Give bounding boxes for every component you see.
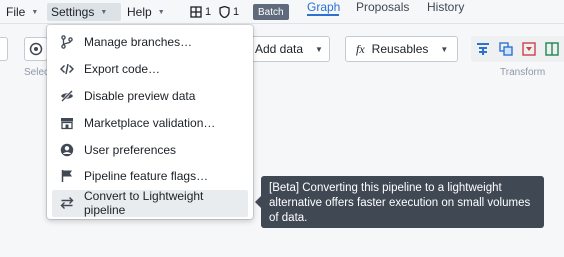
caret-down-icon: ▼ — [157, 8, 165, 16]
tab-proposals[interactable]: Proposals — [356, 0, 409, 14]
tab-history[interactable]: History — [427, 0, 464, 14]
menu-item-label: Convert to Lightweight pipeline — [83, 189, 204, 218]
menu-item-label: Export code… — [84, 62, 161, 77]
menu-bar: File ▼ Settings ▼ Help ▼ 1 1 Batch Graph… — [0, 0, 564, 24]
transform-group-label: Transform — [500, 67, 546, 78]
git-branch-icon — [59, 34, 75, 50]
reusables-button[interactable]: fx Reusables ▼ — [345, 36, 458, 62]
menu-item-export-code[interactable]: Export code… — [52, 56, 248, 83]
swap-icon — [59, 195, 75, 211]
caret-down-icon: ▼ — [31, 8, 39, 16]
eye-off-icon — [59, 88, 75, 104]
filter-table-icon — [521, 42, 536, 56]
file-menu[interactable]: File ▼ — [2, 3, 42, 21]
menu-item-label: Manage branches… — [84, 35, 193, 50]
help-menu[interactable]: Help ▼ — [123, 3, 169, 21]
shop-icon — [59, 115, 75, 131]
filter-transform-button[interactable] — [517, 36, 540, 62]
transform-button-group — [471, 36, 564, 62]
menu-item-user-preferences[interactable]: User preferences — [52, 136, 248, 163]
caret-down-icon: ▼ — [315, 44, 323, 54]
menu-item-pipeline-feature-flags[interactable]: Pipeline feature flags… — [52, 163, 248, 190]
caret-down-icon: ▼ — [100, 8, 108, 16]
menu-item-label: User preferences — [84, 142, 177, 157]
menu-item-convert-lightweight[interactable]: Convert to Lightweight pipeline — [52, 189, 248, 218]
menu-item-marketplace-validation[interactable]: Marketplace validation… — [52, 109, 248, 136]
menu-item-manage-branches[interactable]: Manage branches… — [52, 29, 248, 56]
caret-down-icon: ▼ — [440, 44, 449, 54]
branch-grid-icon — [190, 6, 202, 18]
reusables-label: Reusables — [371, 42, 429, 56]
batch-badge: Batch — [253, 4, 289, 20]
split-table-icon — [544, 42, 559, 56]
join-transform-button[interactable] — [494, 36, 517, 62]
branch-counter[interactable]: 1 — [190, 3, 211, 21]
menu-item-disable-preview-data[interactable]: Disable preview data — [52, 83, 248, 110]
help-menu-label: Help — [127, 5, 152, 19]
shield-count: 1 — [233, 6, 240, 18]
function-icon: fx — [356, 41, 365, 56]
join-table-icon — [498, 42, 513, 56]
align-icon — [476, 43, 489, 55]
menu-item-label: Pipeline feature flags… — [84, 169, 209, 184]
branch-count: 1 — [205, 6, 212, 18]
user-icon — [59, 142, 75, 158]
shield-counter[interactable]: 1 — [219, 3, 239, 21]
file-menu-label: File — [6, 5, 26, 19]
settings-dropdown-menu: Manage branches… Export code… Disable pr… — [47, 25, 253, 219]
settings-menu[interactable]: Settings ▼ — [47, 3, 121, 21]
menu-item-label: Marketplace validation… — [84, 115, 216, 130]
settings-menu-label: Settings — [51, 5, 95, 19]
select-target-icon — [29, 42, 43, 56]
tab-graph[interactable]: Graph — [307, 0, 340, 14]
code-icon — [59, 61, 75, 77]
beta-tooltip: [Beta] Converting this pipeline to a lig… — [261, 176, 544, 228]
align-transform-button[interactable] — [471, 36, 494, 62]
add-data-label: Add data — [255, 42, 304, 56]
flag-icon — [59, 168, 75, 184]
shield-icon — [219, 6, 230, 18]
split-transform-button[interactable] — [540, 36, 563, 62]
menu-item-label: Disable preview data — [84, 88, 196, 103]
tab-graph-underline — [307, 14, 339, 16]
left-tool-button[interactable] — [0, 37, 8, 61]
select-tool-button[interactable] — [24, 37, 48, 61]
select-tool-label: Selec — [24, 67, 50, 78]
